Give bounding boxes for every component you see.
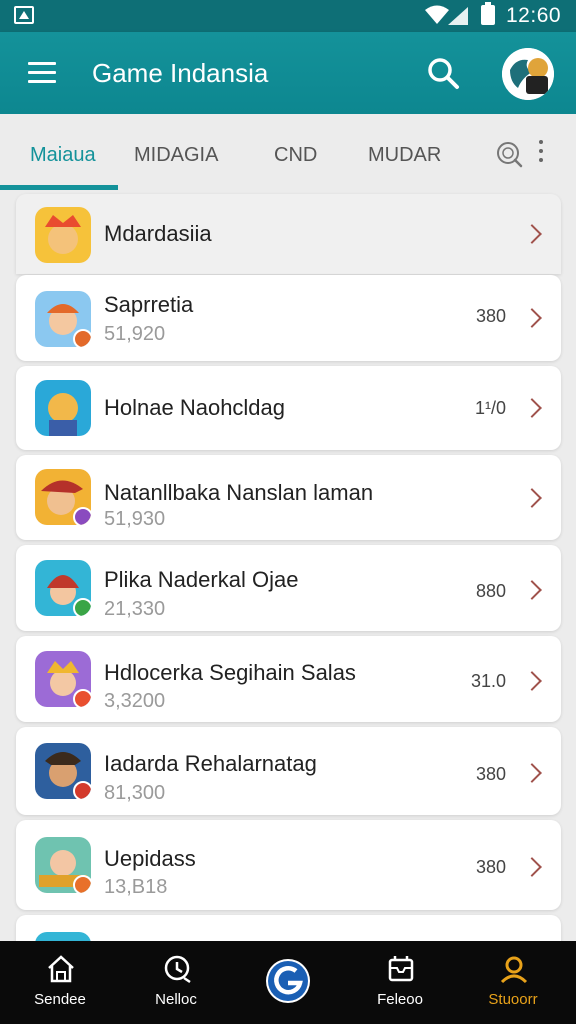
badge-icon: [73, 689, 91, 707]
nav-sendee[interactable]: Sendee: [10, 941, 110, 1024]
logo-icon: [268, 961, 308, 1001]
game-value: 1¹/0: [474, 398, 506, 418]
game-name: Uepidass: [104, 846, 196, 871]
nav-label: Nelloc: [155, 991, 197, 1008]
game-stat: 51,930: [104, 508, 166, 530]
nav-stuoorr[interactable]: Stuoorr: [463, 941, 563, 1024]
game-stat: 21,330: [104, 598, 166, 620]
game-icon: [35, 651, 91, 707]
inbox-icon: [388, 956, 414, 982]
chevron-right-icon: [522, 671, 542, 691]
game-name: Holnae Naohcldag: [104, 395, 286, 420]
game-icon: [35, 380, 91, 436]
list-item[interactable]: Saprretia 51,920 380: [16, 275, 561, 361]
tab-cnd[interactable]: CND: [274, 144, 317, 167]
game-value: 380: [475, 857, 506, 877]
nav-label: Sendee: [34, 991, 86, 1008]
bottom-nav: Sendee Nelloc Feleoo Stuoorr: [0, 941, 576, 1024]
badge-icon: [73, 598, 91, 616]
notification-icon: [14, 6, 34, 24]
game-stat: 51,920: [104, 323, 166, 345]
tab-mudar[interactable]: MUDAR: [368, 144, 441, 167]
nav-nelloc[interactable]: Nelloc: [126, 941, 226, 1024]
chevron-right-icon: [522, 398, 542, 418]
badge-icon: [73, 329, 91, 347]
list-item[interactable]: Holnae Naohcldag 1¹/0: [16, 366, 561, 450]
game-value: 380: [475, 764, 506, 784]
status-time: 12:60: [506, 4, 562, 27]
search-icon[interactable]: [494, 139, 524, 169]
list-item[interactable]: Plika Naderkal Ojae 21,330 880: [16, 545, 561, 631]
profile-icon: [500, 956, 528, 984]
game-value: 880: [475, 581, 506, 601]
list-item[interactable]: Uepidass 13,B18 380: [16, 820, 561, 910]
active-tab-indicator: [0, 185, 118, 190]
game-icon: [35, 837, 91, 893]
game-icon: [35, 469, 91, 525]
list-item[interactable]: Mdardasiia: [16, 194, 561, 274]
nav-feleoo[interactable]: Feleoo: [350, 941, 450, 1024]
home-icon: [48, 955, 74, 983]
badge-icon: [73, 507, 91, 525]
game-icon: [35, 207, 91, 263]
user-avatar[interactable]: [502, 48, 554, 100]
badge-icon: [73, 875, 91, 893]
list-item[interactable]: Natanllbaka Nanslan laman 51,930: [16, 455, 561, 540]
game-name: Hdlocerka Segihain Salas: [104, 660, 356, 685]
list-item[interactable]: Hdlocerka Segihain Salas 3,3200 31.0: [16, 636, 561, 722]
game-name: Natanllbaka Nanslan laman: [104, 480, 374, 505]
game-value: 31.0: [470, 671, 506, 691]
chevron-right-icon: [522, 857, 542, 877]
app-title: Game Indansia: [92, 58, 269, 88]
game-stat: 81,300: [104, 782, 166, 804]
chat-icon: [164, 955, 191, 984]
menu-icon[interactable]: [28, 62, 56, 84]
tab-maiaua[interactable]: Maiaua: [30, 144, 96, 167]
chevron-right-icon: [522, 488, 542, 508]
game-icon: [35, 291, 91, 347]
game-icon: [35, 560, 91, 616]
list-item[interactable]: Iadarda Rehalarnatag 81,300 380: [16, 727, 561, 815]
status-bar: 12:60: [0, 0, 576, 32]
game-value: 380: [475, 306, 506, 326]
battery-icon: [481, 2, 495, 25]
game-stat: 3,3200: [104, 690, 166, 712]
game-name: Saprretia: [104, 292, 194, 317]
game-icon: [35, 743, 91, 799]
chevron-right-icon: [522, 308, 542, 328]
search-icon[interactable]: [426, 56, 460, 90]
app-bar: Game Indansia: [0, 32, 576, 114]
game-stat: 13,B18: [104, 876, 168, 898]
game-name: Plika Naderkal Ojae: [104, 567, 299, 592]
chevron-right-icon: [522, 224, 542, 244]
signal-icon: [448, 7, 468, 25]
nav-label: Stuoorr: [488, 991, 538, 1008]
more-options-icon[interactable]: [538, 140, 544, 164]
nav-label: Feleoo: [377, 991, 423, 1008]
home-logo-button[interactable]: [266, 959, 310, 1003]
badge-icon: [73, 781, 91, 799]
chevron-right-icon: [522, 763, 542, 783]
tab-bar: Maiaua MIDAGIA CND MUDAR: [0, 114, 576, 194]
game-name: Iadarda Rehalarnatag: [104, 751, 317, 776]
tab-midagia[interactable]: MIDAGIA: [134, 144, 218, 167]
game-name: Mdardasiia: [104, 221, 212, 246]
chevron-right-icon: [522, 580, 542, 600]
